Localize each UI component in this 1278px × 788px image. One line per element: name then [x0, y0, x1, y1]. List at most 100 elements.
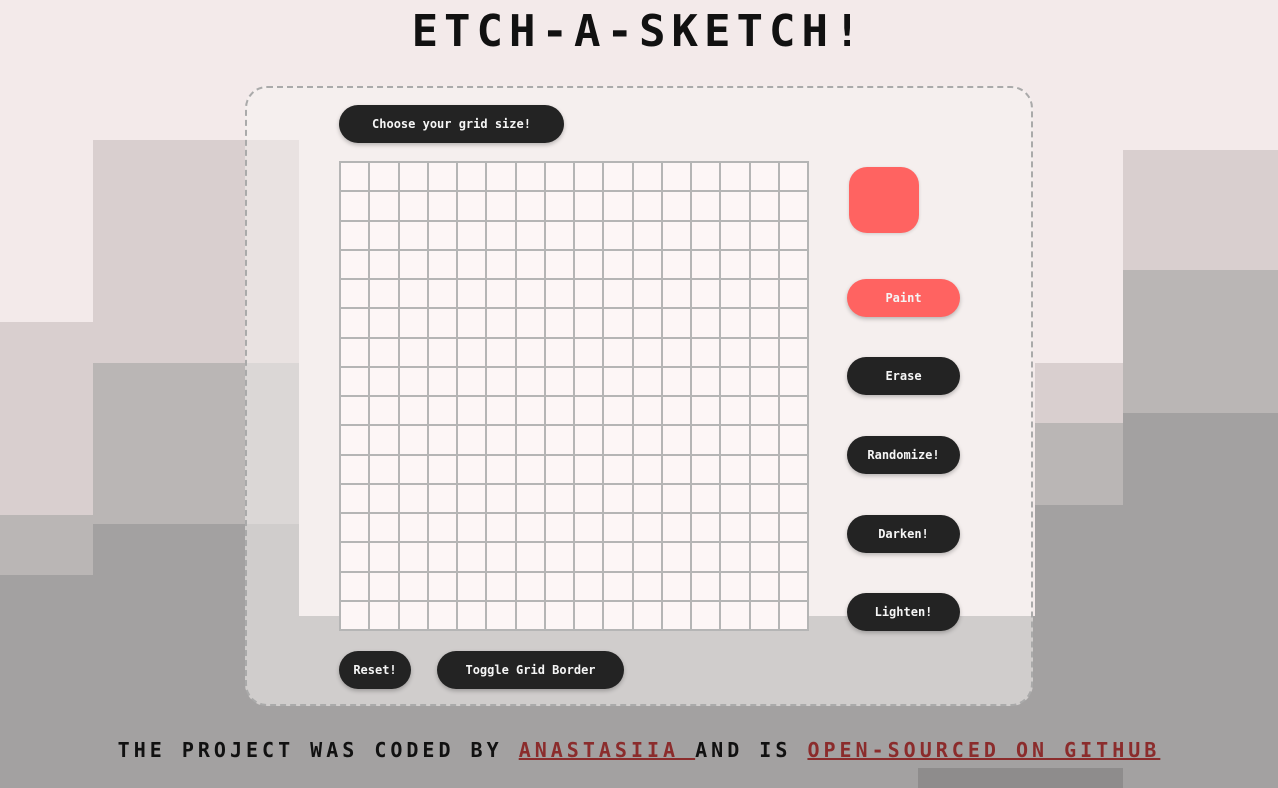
- grid-cell[interactable]: [544, 162, 574, 192]
- grid-cell[interactable]: [778, 308, 808, 338]
- grid-cell[interactable]: [369, 337, 399, 367]
- grid-cell[interactable]: [574, 571, 604, 601]
- grid-cell[interactable]: [661, 249, 691, 279]
- grid-cell[interactable]: [778, 396, 808, 426]
- grid-cell[interactable]: [515, 513, 545, 543]
- grid-cell[interactable]: [749, 513, 779, 543]
- grid-cell[interactable]: [369, 308, 399, 338]
- grid-cell[interactable]: [691, 220, 721, 250]
- grid-cell[interactable]: [398, 279, 428, 309]
- grid-cell[interactable]: [369, 571, 399, 601]
- grid-cell[interactable]: [603, 513, 633, 543]
- grid-cell[interactable]: [574, 337, 604, 367]
- grid-cell[interactable]: [515, 308, 545, 338]
- grid-cell[interactable]: [720, 454, 750, 484]
- grid-cell[interactable]: [778, 513, 808, 543]
- grid-cell[interactable]: [340, 337, 370, 367]
- grid-cell[interactable]: [340, 249, 370, 279]
- grid-cell[interactable]: [398, 513, 428, 543]
- grid-cell[interactable]: [749, 483, 779, 513]
- grid-cell[interactable]: [661, 425, 691, 455]
- grid-cell[interactable]: [720, 220, 750, 250]
- grid-cell[interactable]: [369, 249, 399, 279]
- grid-cell[interactable]: [749, 425, 779, 455]
- grid-cell[interactable]: [398, 308, 428, 338]
- grid-cell[interactable]: [457, 454, 487, 484]
- grid-cell[interactable]: [369, 366, 399, 396]
- grid-cell[interactable]: [486, 162, 516, 192]
- grid-cell[interactable]: [515, 191, 545, 221]
- grid-cell[interactable]: [661, 396, 691, 426]
- grid-cell[interactable]: [778, 162, 808, 192]
- grid-cell[interactable]: [749, 454, 779, 484]
- grid-cell[interactable]: [427, 308, 457, 338]
- grid-cell[interactable]: [340, 483, 370, 513]
- grid-cell[interactable]: [574, 600, 604, 630]
- grid-cell[interactable]: [486, 191, 516, 221]
- grid-cell[interactable]: [398, 454, 428, 484]
- grid-cell[interactable]: [720, 425, 750, 455]
- grid-cell[interactable]: [544, 308, 574, 338]
- grid-cell[interactable]: [661, 162, 691, 192]
- grid-cell[interactable]: [720, 191, 750, 221]
- grid-cell[interactable]: [369, 162, 399, 192]
- grid-cell[interactable]: [749, 220, 779, 250]
- grid-cell[interactable]: [603, 600, 633, 630]
- grid-cell[interactable]: [691, 337, 721, 367]
- grid-cell[interactable]: [515, 425, 545, 455]
- grid-cell[interactable]: [778, 425, 808, 455]
- grid-cell[interactable]: [661, 308, 691, 338]
- grid-size-button[interactable]: Choose your grid size!: [339, 105, 564, 143]
- grid-cell[interactable]: [720, 337, 750, 367]
- grid-cell[interactable]: [369, 454, 399, 484]
- github-link[interactable]: OPEN-SOURCED ON GITHUB: [807, 738, 1160, 762]
- grid-cell[interactable]: [515, 483, 545, 513]
- grid-cell[interactable]: [632, 220, 662, 250]
- grid-cell[interactable]: [720, 162, 750, 192]
- grid-cell[interactable]: [632, 337, 662, 367]
- grid-cell[interactable]: [749, 600, 779, 630]
- grid-cell[interactable]: [427, 483, 457, 513]
- grid-cell[interactable]: [398, 249, 428, 279]
- grid-cell[interactable]: [544, 454, 574, 484]
- grid-cell[interactable]: [544, 425, 574, 455]
- grid-cell[interactable]: [661, 220, 691, 250]
- grid-cell[interactable]: [398, 220, 428, 250]
- grid-cell[interactable]: [515, 600, 545, 630]
- grid-cell[interactable]: [632, 571, 662, 601]
- grid-cell[interactable]: [515, 162, 545, 192]
- grid-cell[interactable]: [720, 366, 750, 396]
- grid-cell[interactable]: [720, 571, 750, 601]
- grid-cell[interactable]: [457, 600, 487, 630]
- grid-cell[interactable]: [749, 571, 779, 601]
- grid-cell[interactable]: [603, 396, 633, 426]
- erase-button[interactable]: Erase: [847, 357, 960, 395]
- grid-cell[interactable]: [369, 191, 399, 221]
- grid-cell[interactable]: [427, 513, 457, 543]
- grid-cell[interactable]: [778, 337, 808, 367]
- grid-cell[interactable]: [661, 513, 691, 543]
- darken-button[interactable]: Darken!: [847, 515, 960, 553]
- grid-cell[interactable]: [632, 191, 662, 221]
- grid-cell[interactable]: [544, 191, 574, 221]
- grid-cell[interactable]: [720, 483, 750, 513]
- grid-cell[interactable]: [632, 542, 662, 572]
- grid-cell[interactable]: [720, 279, 750, 309]
- grid-cell[interactable]: [544, 279, 574, 309]
- grid-cell[interactable]: [603, 279, 633, 309]
- grid-cell[interactable]: [515, 571, 545, 601]
- grid-cell[interactable]: [632, 425, 662, 455]
- grid-cell[interactable]: [603, 220, 633, 250]
- grid-cell[interactable]: [544, 337, 574, 367]
- grid-cell[interactable]: [720, 249, 750, 279]
- grid-cell[interactable]: [457, 279, 487, 309]
- color-picker-swatch[interactable]: [849, 167, 919, 233]
- grid-cell[interactable]: [574, 220, 604, 250]
- grid-cell[interactable]: [515, 279, 545, 309]
- grid-cell[interactable]: [486, 337, 516, 367]
- grid-cell[interactable]: [778, 191, 808, 221]
- grid-cell[interactable]: [398, 162, 428, 192]
- grid-cell[interactable]: [691, 425, 721, 455]
- reset-button[interactable]: Reset!: [339, 651, 411, 689]
- grid-cell[interactable]: [427, 220, 457, 250]
